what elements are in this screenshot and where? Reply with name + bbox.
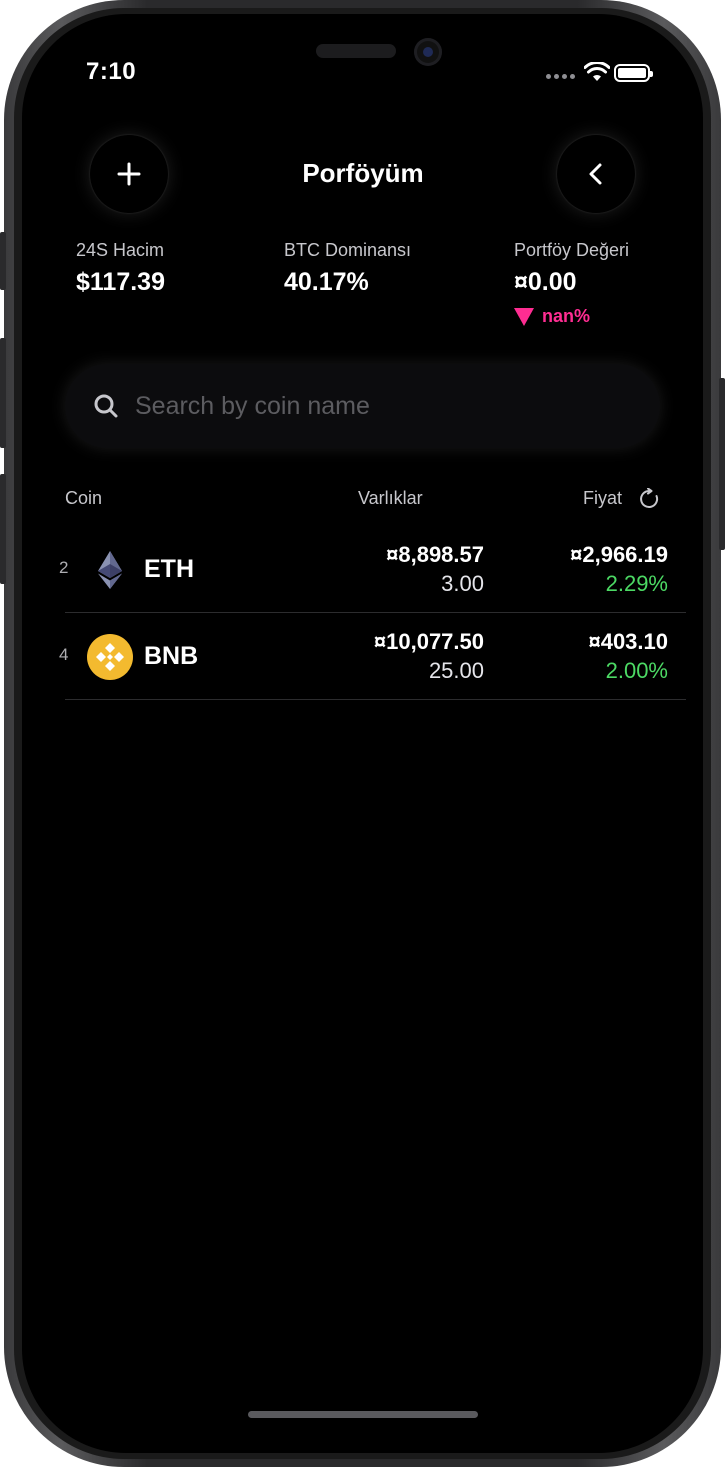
row-divider [65,699,686,700]
coin-symbol: BNB [144,642,199,670]
coin-row-bnb[interactable]: 4 BNB ¤10,077.50 25.00 ¤403.10 2.00% [56,614,686,700]
chevron-left-icon [589,163,602,185]
phone-frame [4,0,721,1467]
home-indicator[interactable] [248,1411,478,1418]
volume-value: $117.39 [76,268,165,296]
add-coin-button[interactable] [90,135,168,213]
side-button-silent [0,232,6,290]
portfolio-value-label: Portföy Değeri [514,240,630,260]
phone-bezel [14,8,711,1459]
column-header-price[interactable]: Fiyat [583,488,622,509]
cellular-signal-icon [546,74,575,79]
side-button-volume-down [0,474,6,584]
coin-price: ¤403.10 [588,629,668,654]
coin-symbol: ETH [144,555,194,583]
volume-label: 24S Hacim [76,240,165,260]
down-triangle-icon [514,307,534,326]
btc-dominance-label: BTC Dominansı [284,240,412,260]
search-input[interactable] [133,390,617,422]
holding-quantity: 3.00 [441,571,484,596]
plus-icon [117,162,141,186]
price-change: 2.29% [605,571,668,596]
phone-screen [22,14,703,1453]
search-bar[interactable] [65,364,660,448]
speaker-grille [316,44,396,58]
price-change: 2.00% [605,658,668,683]
row-divider [65,612,686,613]
side-button-power [719,378,725,550]
holding-value: ¤8,898.57 [386,542,484,567]
portfolio-change: nan% [514,306,590,327]
status-time: 7:10 [86,58,137,85]
coin-price: ¤2,966.19 [570,542,668,567]
refresh-icon[interactable] [638,488,660,510]
ethereum-icon [98,551,122,589]
battery-icon [614,64,653,82]
wifi-icon [584,62,610,81]
column-header-coin[interactable]: Coin [65,488,102,509]
search-icon [94,394,118,418]
side-button-volume-up [0,338,6,448]
btc-dominance-value: 40.17% [284,268,369,296]
back-button[interactable] [557,135,635,213]
column-header-holdings[interactable]: Varlıklar [358,488,423,509]
portfolio-change-text: nan% [542,306,591,326]
binance-coin-icon [87,634,133,680]
front-camera [414,38,442,66]
coin-rank: 2 [59,558,69,577]
portfolio-value: ¤0.00 [514,268,577,296]
coin-rank: 4 [59,645,69,664]
holding-quantity: 25.00 [428,658,484,683]
holding-value: ¤10,077.50 [373,629,484,654]
page-title: Porföyüm [302,158,424,188]
coin-row-eth[interactable]: 2 ETH ¤8,898.57 3.00 ¤2,966.19 2.29% [56,527,686,613]
